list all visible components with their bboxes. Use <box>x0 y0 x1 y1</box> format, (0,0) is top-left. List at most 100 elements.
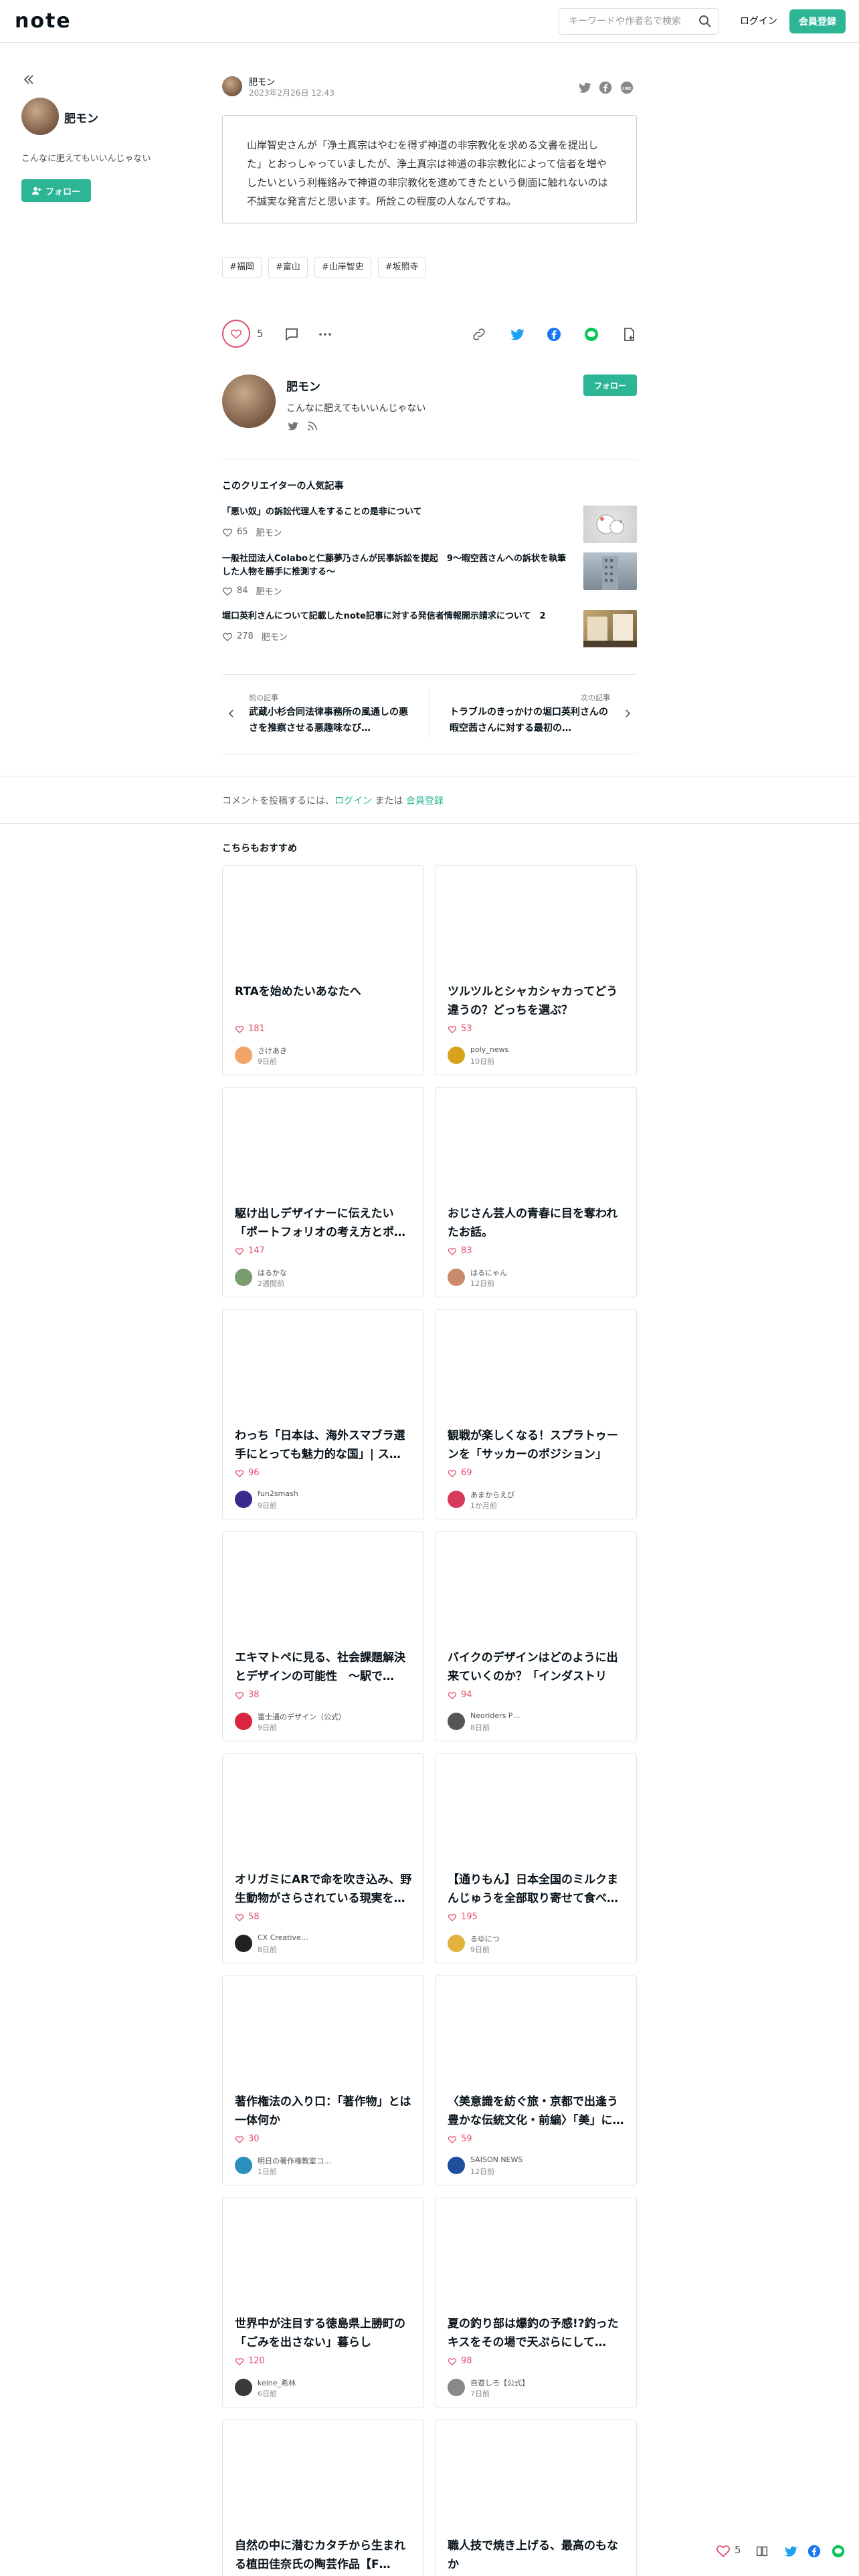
recommend-card-author[interactable]: はるかな <box>258 1267 405 1278</box>
more-options-icon[interactable] <box>317 326 333 342</box>
popular-article-title[interactable]: 一般社団法人Colaboと仁藤夢乃さんが民事訴訟を提起 9～暇空茜さんへの訴状を… <box>222 552 570 579</box>
recommend-card[interactable]: 著作権法の入り口：「著作物」とは一体何か 30 明日の著作権教室コ… 1日前 <box>222 1975 424 2185</box>
creator-follow-button[interactable]: フォロー <box>583 374 637 396</box>
recommend-card-title[interactable]: バイクのデザインはどのように出来ていくのか？「インダストリア… <box>448 1648 626 1686</box>
line-icon[interactable]: LINE <box>619 80 634 95</box>
comment-register-link[interactable]: 会員登録 <box>406 796 444 807</box>
author-avatar[interactable] <box>222 76 242 96</box>
recommend-card-author[interactable]: CX Creative… <box>258 1933 405 1942</box>
float-save-icon[interactable] <box>755 2544 769 2559</box>
float-facebook-icon[interactable] <box>807 2544 822 2559</box>
popular-article-title[interactable]: 「悪い奴」の訴訟代理人をすることの是非について <box>222 506 570 519</box>
search-icon[interactable] <box>698 15 712 28</box>
login-link[interactable]: ログイン <box>729 8 788 35</box>
hashtag[interactable]: #坂照寺 <box>377 257 426 278</box>
recommend-card-avatar[interactable] <box>235 2157 252 2174</box>
recommend-card-title[interactable]: オリガミにARで命を吹き込み、野生動物がさらされている現実を… <box>235 1870 413 1908</box>
popular-article-thumbnail[interactable] <box>583 552 637 590</box>
popular-article[interactable]: 「悪い奴」の訴訟代理人をすることの是非について 65 肥モン <box>222 506 637 543</box>
float-twitter-icon[interactable] <box>783 2544 797 2559</box>
hashtag[interactable]: #山岸智史 <box>314 257 371 278</box>
next-article-link[interactable]: 次の記事 トラブルのきっかけの堀口英利さんの暇空茜さんに対する最初の… <box>430 675 637 754</box>
recommend-card-avatar[interactable] <box>235 1713 252 1730</box>
prev-article-link[interactable]: 前の記事 武蔵小杉合同法律事務所の風通しの悪さを推察させる悪趣味なび… <box>222 675 430 754</box>
float-line-icon[interactable] <box>831 2544 846 2559</box>
recommend-card-author[interactable]: あまからえび <box>470 1489 617 1500</box>
recommend-card-author[interactable]: poly_news <box>470 1045 617 1054</box>
facebook-icon[interactable] <box>598 80 613 95</box>
recommend-card-author[interactable]: さけあき <box>258 1045 405 1056</box>
recommend-card[interactable]: RTAを始めたいあなたへ 181 さけあき 9日前 <box>222 865 424 1075</box>
recommend-card-title[interactable]: 夏の釣り部は爆釣の予感!?釣ったキスをその場で天ぷらにして… <box>448 2315 626 2352</box>
recommend-card-author[interactable]: はるにゃん <box>470 1267 617 1278</box>
recommend-card-avatar[interactable] <box>448 1713 465 1730</box>
recommend-card[interactable]: 職人技で焼き上げる、最高のもなか <box>435 2420 637 2576</box>
recommend-card-title[interactable]: 駆け出しデザイナーに伝えたい「ポートフォリオの考え方とポ… <box>235 1204 413 1242</box>
twitter-icon[interactable] <box>577 80 591 95</box>
recommend-card-avatar[interactable] <box>235 1047 252 1064</box>
recommend-card-author[interactable]: Neoriders P… <box>470 1711 617 1720</box>
recommend-card-avatar[interactable] <box>235 2379 252 2396</box>
comment-login-link[interactable]: ログイン <box>335 796 372 807</box>
recommend-card-author[interactable]: 富士通のデザイン（公式） <box>258 1711 405 1722</box>
recommend-card[interactable]: オリガミにARで命を吹き込み、野生動物がさらされている現実を… 58 CX Crea… <box>222 1753 424 1963</box>
recommend-card-avatar[interactable] <box>448 1491 465 1508</box>
recommend-card-avatar[interactable] <box>448 2157 465 2174</box>
sidebar-avatar[interactable] <box>21 98 59 135</box>
recommend-card[interactable]: 夏の釣り部は爆釣の予感!?釣ったキスをその場で天ぷらにして… 98 自遊しろ【公式】… <box>435 2197 637 2407</box>
recommend-card-title[interactable]: 自然の中に潜むカタチから生まれる植田佳奈氏の陶芸作品【F… <box>235 2537 413 2574</box>
save-notebook-icon[interactable] <box>621 326 637 342</box>
recommend-card-author[interactable]: keine_希林 <box>258 2377 405 2388</box>
recommend-card-title[interactable]: 観戦が楽しくなる！スプラトゥーンを「サッカーのポジション」か… <box>448 1426 626 1464</box>
creator-avatar[interactable] <box>222 374 276 428</box>
recommend-card-title[interactable]: おじさん芸人の青春に目を奪われたお話。 <box>448 1204 626 1242</box>
comment-icon[interactable] <box>284 326 300 342</box>
twitter-share-icon[interactable] <box>508 326 524 342</box>
popular-article[interactable]: 堀口英利さんについて記載したnote記事に対する発信者情報開示請求について 2 … <box>222 610 637 647</box>
recommend-card-author[interactable]: るゆにつ <box>470 1933 617 1944</box>
popular-article-title[interactable]: 堀口英利さんについて記載したnote記事に対する発信者情報開示請求について 2 <box>222 610 570 623</box>
collapse-sidebar-icon[interactable] <box>21 72 36 87</box>
recommend-card-title[interactable]: 【通りもん】日本全国のミルクまんじゅうを全部取り寄せて食べ… <box>448 1870 626 1908</box>
recommend-card-title[interactable]: わっち「日本は、海外スマブラ選手にとっても魅力的な国」| ス… <box>235 1426 413 1464</box>
popular-article-thumbnail[interactable] <box>583 506 637 543</box>
recommend-card-title[interactable]: エキマトペに見る、社会課題解決とデザインの可能性 〜駅で… <box>235 1648 413 1686</box>
recommend-card-avatar[interactable] <box>448 1935 465 1952</box>
recommend-card-avatar[interactable] <box>235 1491 252 1508</box>
recommend-card-avatar[interactable] <box>448 2379 465 2396</box>
search-input[interactable] <box>559 8 719 35</box>
recommend-card-avatar[interactable] <box>448 1269 465 1286</box>
sidebar-creator-name[interactable]: 肥モン <box>64 109 98 126</box>
note-logo[interactable]: note <box>15 9 72 33</box>
recommend-card[interactable]: 世界中が注目する徳島県上勝町の「ごみを出さない」暮らし 120 keine_希林 6日… <box>222 2197 424 2407</box>
recommend-card-title[interactable]: 〈美意識を紡ぐ旅・京都で出逢う豊かな伝統文化・前編〉「美」に… <box>448 2092 626 2130</box>
recommend-card-avatar[interactable] <box>235 1935 252 1952</box>
hashtag[interactable]: #富山 <box>268 257 308 278</box>
rss-icon[interactable] <box>306 420 318 432</box>
register-button[interactable]: 会員登録 <box>789 9 846 33</box>
recommend-card[interactable]: バイクのデザインはどのように出来ていくのか？「インダストリア… 94 Neoride… <box>435 1531 637 1741</box>
float-heart-icon[interactable] <box>716 2544 731 2557</box>
recommend-card[interactable]: 【通りもん】日本全国のミルクまんじゅうを全部取り寄せて食べ… 195 るゆにつ 9日前 <box>435 1753 637 1963</box>
author-name[interactable]: 肥モン <box>249 75 275 88</box>
sidebar-follow-button[interactable]: フォロー <box>21 179 91 202</box>
recommend-card[interactable]: 自然の中に潜むカタチから生まれる植田佳奈氏の陶芸作品【F… <box>222 2420 424 2576</box>
line-share-icon[interactable] <box>583 326 599 342</box>
recommend-card-title[interactable]: 著作権法の入り口：「著作物」とは一体何か <box>235 2092 413 2130</box>
popular-article-thumbnail[interactable] <box>583 610 637 647</box>
recommend-card[interactable]: わっち「日本は、海外スマブラ選手にとっても魅力的な国」| ス… 96 fun2sma… <box>222 1309 424 1519</box>
recommend-card[interactable]: 駆け出しデザイナーに伝えたい「ポートフォリオの考え方とポ… 147 はるかな 2週間前 <box>222 1087 424 1297</box>
recommend-card-author[interactable]: 明日の著作権教室コ… <box>258 2155 405 2166</box>
recommend-card-avatar[interactable] <box>448 1047 465 1064</box>
recommend-card-author[interactable]: SAISON NEWS <box>470 2155 617 2164</box>
like-button[interactable] <box>222 320 250 348</box>
recommend-card[interactable]: エキマトペに見る、社会課題解決とデザインの可能性 〜駅で… 38 富士通のデザイン（… <box>222 1531 424 1741</box>
twitter-profile-icon[interactable] <box>286 420 298 432</box>
popular-article[interactable]: 一般社団法人Colaboと仁藤夢乃さんが民事訴訟を提起 9～暇空茜さんへの訴状を… <box>222 552 637 597</box>
recommend-card-title[interactable]: 職人技で焼き上げる、最高のもなか <box>448 2537 626 2574</box>
recommend-card-title[interactable]: ツルツルとシャカシャカってどう違うの？どっちを選ぶ？ <box>448 982 626 1020</box>
recommend-card[interactable]: おじさん芸人の青春に目を奪われたお話。 83 はるにゃん 12日前 <box>435 1087 637 1297</box>
recommend-card[interactable]: 観戦が楽しくなる！スプラトゥーンを「サッカーのポジション」か… 69 あまからえび1… <box>435 1309 637 1519</box>
recommend-card-author[interactable]: 自遊しろ【公式】 <box>470 2377 617 2388</box>
creator-name[interactable]: 肥モン <box>286 377 320 394</box>
